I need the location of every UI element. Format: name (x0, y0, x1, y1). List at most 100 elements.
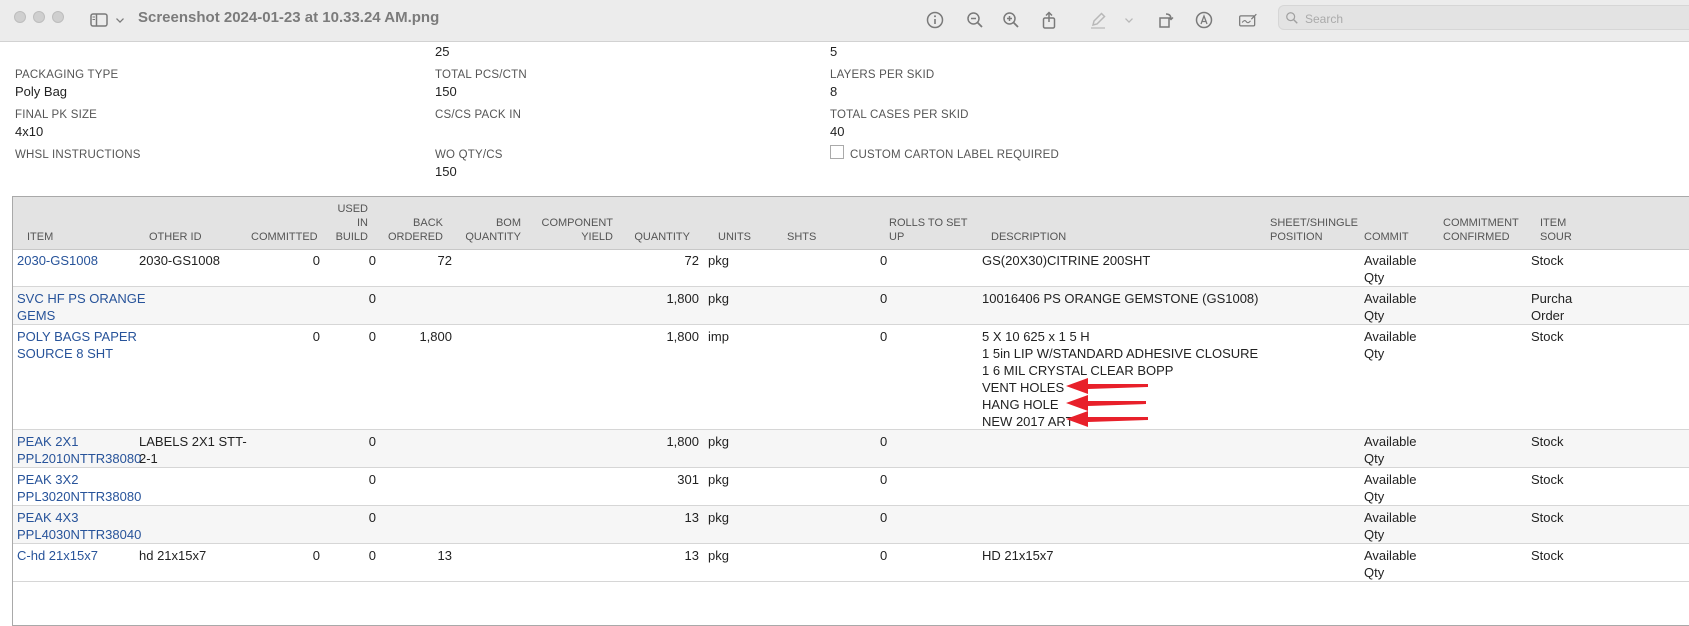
cell-item-source: Purcha Order (1531, 291, 1573, 323)
chevron-down-icon[interactable] (113, 8, 127, 32)
col-header-used-in-build[interactable]: USED IN BUILD (326, 202, 368, 244)
cell-commit: Available Qty (1364, 291, 1417, 323)
col-header-other-id[interactable]: OTHER ID (149, 230, 202, 244)
cell-item-source: Stock (1531, 434, 1564, 449)
search-input[interactable] (1303, 8, 1687, 29)
cell-used-in-build: 0 (368, 253, 376, 268)
col-header-committed[interactable]: COMMITTED (251, 230, 318, 244)
cell-quantity: 13 (684, 548, 699, 563)
packaging-type-label: PACKAGING TYPE (15, 69, 119, 81)
total-cases-per-skid-label: TOTAL CASES PER SKID (830, 109, 969, 121)
cell-rolls-to-set-up: 0 (880, 548, 888, 563)
table-row[interactable]: PEAK 2X1 PPL2010NTTR38080 LABELS 2X1 STT- 2… (13, 430, 1689, 468)
col-header-item-source[interactable]: ITEM SOUR (1540, 216, 1572, 244)
cell-quantity: 13 (684, 510, 699, 525)
cell-used-in-build: 0 (368, 472, 376, 487)
custom-carton-label-text: CUSTOM CARTON LABEL REQUIRED (850, 149, 1060, 161)
markup-chevron-icon[interactable] (1122, 8, 1136, 32)
close-window-button[interactable] (14, 11, 26, 23)
cell-item[interactable]: PEAK 4X3 PPL4030NTTR38040 (17, 509, 141, 543)
packaging-type-value: Poly Bag (15, 84, 68, 99)
cell-other-id: LABELS 2X1 STT- 2-1 (139, 434, 247, 466)
col-header-sheet-shingle-position[interactable]: SHEET/SHINGLE POSITION (1270, 216, 1358, 244)
table-row[interactable]: C-hd 21x15x7 hd 21x15x7 0 0 13 13 pkg 0 HD 21x15… (13, 544, 1689, 582)
col-header-item[interactable]: ITEM (27, 230, 53, 244)
cell-item[interactable]: C-hd 21x15x7 (17, 547, 98, 564)
red-arrow-hang-hole (1066, 395, 1146, 411)
info-icon[interactable] (923, 8, 947, 32)
wo-qty-cs-value: 150 (435, 164, 457, 179)
cell-committed: 0 (312, 329, 320, 344)
sidebar-toggle-icon[interactable] (88, 8, 110, 32)
cell-rolls-to-set-up: 0 (880, 434, 888, 449)
cell-item[interactable]: POLY BAGS PAPER SOURCE 8 SHT (17, 328, 137, 362)
cell-units: imp (708, 329, 729, 344)
window-toolbar: Screenshot 2024-01-23 at 10.33.24 AM.png (0, 0, 1689, 42)
cell-item-source: Stock (1531, 253, 1564, 268)
col-header-shts[interactable]: SHTS (787, 230, 816, 244)
layers-per-skid-value: 8 (830, 84, 838, 99)
table-row[interactable]: 2030-GS1008 2030-GS1008 0 0 72 72 pkg 0 GS(20X30… (13, 249, 1689, 287)
table-row[interactable]: SVC HF PS ORANGE GEMS 0 1,800 pkg 0 10016406 P… (13, 287, 1689, 325)
cell-description: HD 21x15x7 (982, 548, 1054, 563)
signature-icon[interactable] (1235, 8, 1261, 32)
total-pcs-ctn-value: 150 (435, 84, 457, 99)
markup-pen-icon[interactable] (1086, 8, 1110, 32)
cell-units: pkg (708, 291, 729, 306)
final-pk-size-value: 4x10 (15, 124, 44, 139)
cell-used-in-build: 0 (368, 291, 376, 306)
window-title: Screenshot 2024-01-23 at 10.33.24 AM.png (138, 9, 440, 26)
custom-carton-label-checkbox[interactable] (830, 145, 844, 159)
cell-commit: Available Qty (1364, 329, 1417, 361)
items-table: ITEM OTHER ID COMMITTED USED IN BUILD BA… (12, 196, 1689, 626)
cell-quantity: 1,800 (666, 329, 699, 344)
col-header-quantity[interactable]: QUANTITY (629, 230, 690, 244)
annotate-icon[interactable] (1192, 8, 1216, 32)
col-header-commitment-confirmed[interactable]: COMMITMENT CONFIRMED (1443, 216, 1519, 244)
col-header-back-ordered[interactable]: BACK ORDERED (383, 216, 443, 244)
zoom-out-icon[interactable] (963, 8, 987, 32)
col-header-component-yield[interactable]: COMPONENT YIELD (538, 216, 614, 244)
cell-used-in-build: 0 (368, 548, 376, 563)
cell-other-id: 2030-GS1008 (139, 253, 220, 268)
zoom-in-icon[interactable] (999, 8, 1023, 32)
cell-description: GS(20X30)CITRINE 200SHT (982, 253, 1151, 268)
table-row[interactable]: PEAK 4X3 PPL4030NTTR38040 0 13 pkg 0 Available… (13, 506, 1689, 544)
cell-used-in-build: 0 (368, 329, 376, 344)
cell-used-in-build: 0 (368, 434, 376, 449)
search-field[interactable] (1278, 5, 1689, 30)
cell-other-id: hd 21x15x7 (139, 548, 207, 563)
total-pcs-ctn-label: TOTAL PCS/CTN (435, 69, 527, 81)
cell-back-ordered: 72 (437, 253, 452, 268)
rotate-icon[interactable] (1154, 8, 1178, 32)
cell-item[interactable]: PEAK 2X1 PPL2010NTTR38080 (17, 433, 141, 467)
table-row[interactable]: POLY BAGS PAPER SOURCE 8 SHT 0 0 1,800 1,800 i… (13, 325, 1689, 430)
cell-commit: Available Qty (1364, 510, 1417, 542)
wo-qty-cs-label: WO QTY/CS (435, 149, 503, 161)
cell-item[interactable]: 2030-GS1008 (17, 252, 98, 269)
cell-commit: Available Qty (1364, 548, 1417, 580)
cell-item[interactable]: SVC HF PS ORANGE GEMS (17, 290, 146, 324)
col-header-rolls-to-set-up[interactable]: ROLLS TO SET UP (889, 216, 967, 244)
cell-quantity: 1,800 (666, 291, 699, 306)
whsl-instructions-label: WHSL INSTRUCTIONS (15, 149, 141, 161)
col-header-description[interactable]: DESCRIPTION (991, 230, 1066, 244)
cell-used-in-build: 0 (368, 510, 376, 525)
cell-rolls-to-set-up: 0 (880, 329, 888, 344)
cell-item[interactable]: PEAK 3X2 PPL3020NTTR38080 (17, 471, 141, 505)
cell-units: pkg (708, 434, 729, 449)
zoom-window-button[interactable] (52, 11, 64, 23)
col-header-commit[interactable]: COMMIT (1364, 230, 1409, 244)
col-header-units[interactable]: UNITS (718, 230, 751, 244)
cell-units: pkg (708, 253, 729, 268)
cell-back-ordered: 1,800 (419, 329, 452, 344)
cell-back-ordered: 13 (437, 548, 452, 563)
cell-committed: 0 (312, 548, 320, 563)
col-header-bom-quantity[interactable]: BOM QUANTITY (459, 216, 521, 244)
share-icon[interactable] (1037, 8, 1061, 32)
cell-quantity: 1,800 (666, 434, 699, 449)
minimize-window-button[interactable] (33, 11, 45, 23)
table-row[interactable]: PEAK 3X2 PPL3020NTTR38080 0 301 pkg 0 Availabl… (13, 468, 1689, 506)
cell-description: 10016406 PS ORANGE GEMSTONE (GS1008) (982, 291, 1259, 306)
red-arrow-annotations (1066, 378, 1148, 427)
